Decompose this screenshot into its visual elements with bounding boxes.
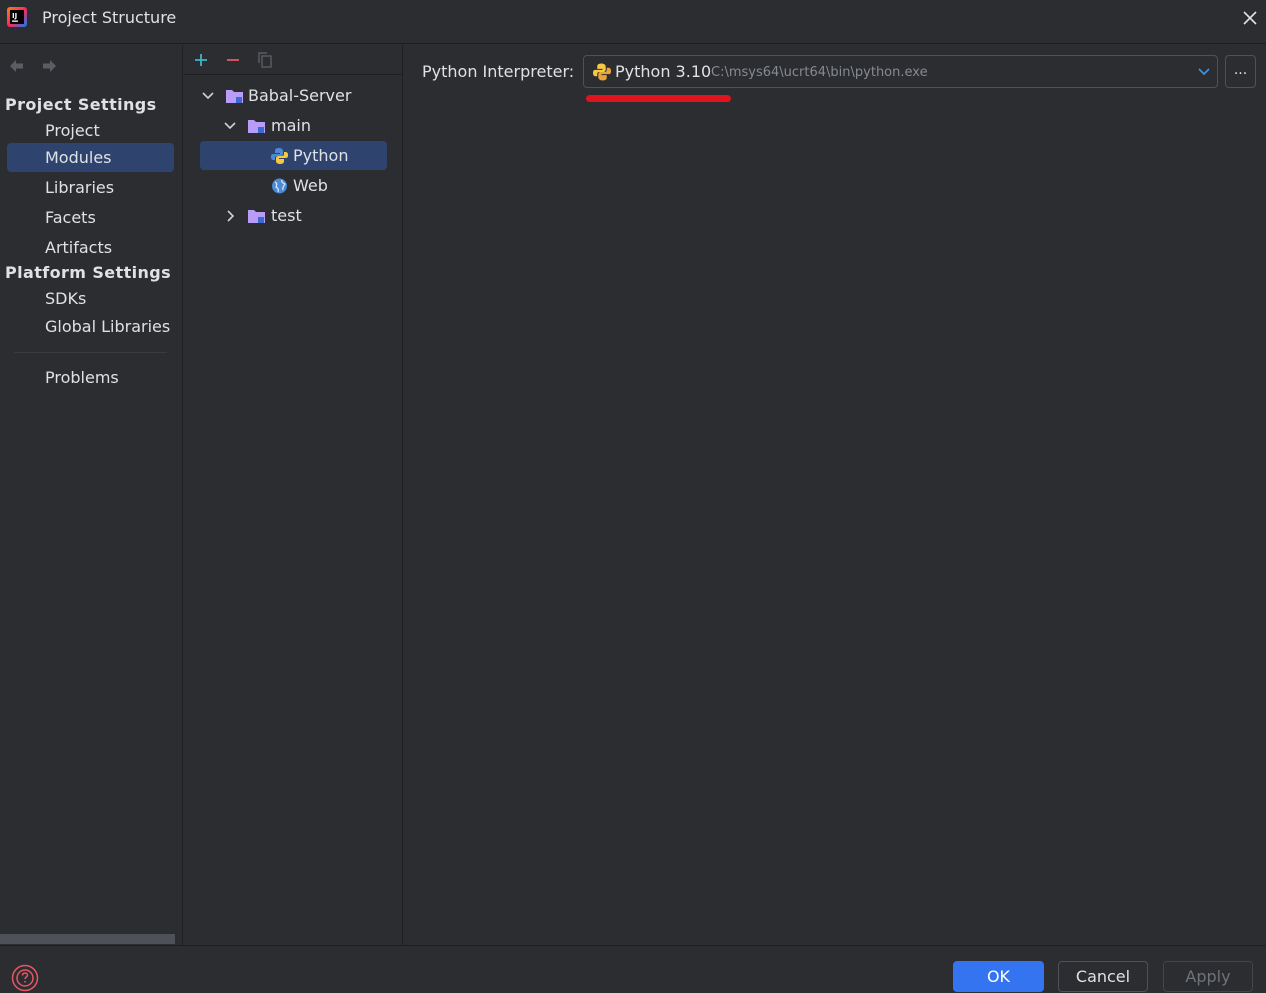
python-interpreter-select[interactable]: Python 3.10 C:\msys64\ucrt64\bin\python.… bbox=[583, 55, 1218, 88]
svg-text:IJ: IJ bbox=[12, 12, 17, 20]
copy-icon[interactable] bbox=[255, 50, 275, 70]
module-folder-icon bbox=[248, 120, 265, 133]
interpreter-more-button[interactable]: ... bbox=[1225, 55, 1256, 88]
nav-item-modules[interactable]: Modules bbox=[7, 143, 174, 172]
tree-node-test[interactable]: test bbox=[222, 201, 382, 230]
tree-toolbar bbox=[184, 45, 403, 75]
chevron-down-icon[interactable] bbox=[1197, 66, 1211, 78]
apply-button[interactable]: Apply bbox=[1163, 961, 1253, 992]
tree-node-main[interactable]: main bbox=[222, 111, 382, 140]
tree-node-label: Web bbox=[293, 176, 328, 195]
close-icon[interactable] bbox=[1241, 9, 1259, 27]
dialog-button-bar: OK Cancel Apply bbox=[0, 945, 1266, 993]
forward-arrow-icon[interactable] bbox=[41, 59, 57, 73]
tree-node-label: Babal-Server bbox=[248, 86, 352, 105]
module-settings-content: Python Interpreter: Python 3.10 C:\msys6… bbox=[404, 45, 1266, 945]
python-interpreter-label: Python Interpreter: bbox=[422, 62, 575, 81]
nav-item-project[interactable]: Project bbox=[7, 116, 174, 145]
project-settings-header: Project Settings bbox=[5, 95, 157, 114]
cancel-button[interactable]: Cancel bbox=[1058, 961, 1148, 992]
module-folder-icon bbox=[226, 90, 243, 103]
annotation-underline bbox=[586, 95, 731, 102]
chevron-down-icon[interactable] bbox=[201, 89, 215, 103]
module-tree-panel: Babal-Server main Python Web test bbox=[184, 45, 403, 945]
ok-button[interactable]: OK bbox=[953, 961, 1044, 992]
back-arrow-icon[interactable] bbox=[9, 59, 25, 73]
horizontal-scrollbar[interactable] bbox=[0, 934, 175, 944]
intellij-logo-icon: IJ bbox=[7, 7, 27, 27]
tree-node-label: Python bbox=[293, 146, 349, 165]
globe-icon bbox=[272, 178, 287, 194]
title-bar: IJ Project Structure bbox=[0, 0, 1266, 44]
tree-node-babal-server[interactable]: Babal-Server bbox=[200, 81, 390, 110]
help-icon[interactable] bbox=[11, 964, 39, 992]
tree-node-web[interactable]: Web bbox=[200, 171, 387, 200]
nav-item-artifacts[interactable]: Artifacts bbox=[7, 233, 174, 262]
nav-divider bbox=[14, 352, 167, 353]
nav-item-global-libraries[interactable]: Global Libraries bbox=[7, 312, 174, 341]
remove-icon[interactable] bbox=[223, 50, 243, 70]
chevron-down-icon[interactable] bbox=[223, 119, 237, 133]
tree-node-python[interactable]: Python bbox=[200, 141, 387, 170]
interpreter-path: C:\msys64\ucrt64\bin\python.exe bbox=[711, 65, 928, 80]
interpreter-name: Python 3.10 bbox=[615, 62, 712, 81]
tree-node-label: main bbox=[271, 116, 311, 135]
nav-item-sdks[interactable]: SDKs bbox=[7, 284, 174, 313]
python-icon bbox=[593, 63, 611, 81]
platform-settings-header: Platform Settings bbox=[5, 263, 172, 282]
window-title: Project Structure bbox=[42, 8, 177, 27]
chevron-right-icon[interactable] bbox=[223, 209, 237, 223]
module-folder-icon bbox=[248, 210, 265, 223]
nav-item-problems[interactable]: Problems bbox=[7, 363, 174, 392]
tree-node-label: test bbox=[271, 206, 302, 225]
nav-item-libraries[interactable]: Libraries bbox=[7, 173, 174, 202]
nav-item-facets[interactable]: Facets bbox=[7, 203, 174, 232]
add-icon[interactable] bbox=[191, 50, 211, 70]
settings-nav: Project Settings Project Modules Librari… bbox=[0, 45, 183, 945]
python-icon bbox=[271, 148, 288, 164]
